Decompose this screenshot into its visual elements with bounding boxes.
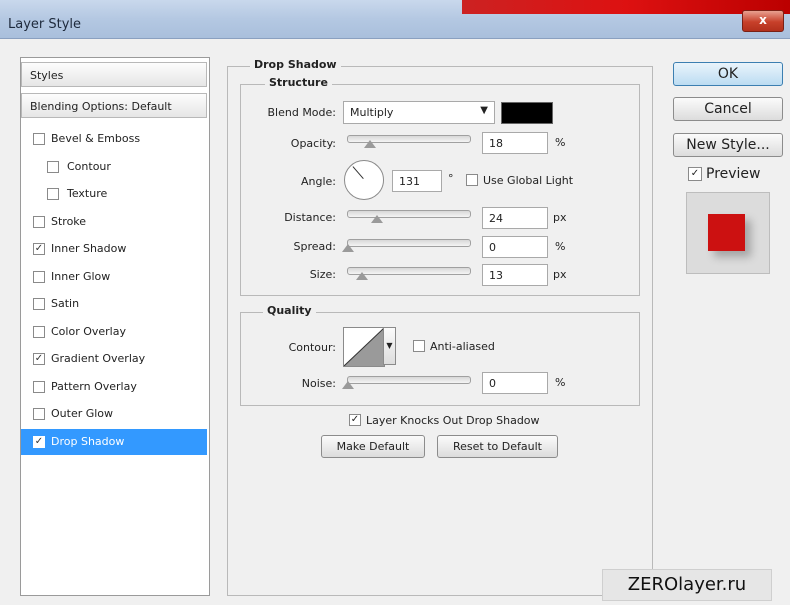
spread-label: Spread: <box>293 240 336 253</box>
distance-slider-thumb[interactable] <box>371 215 383 223</box>
angle-needle <box>352 166 364 179</box>
shadow-color-swatch[interactable] <box>501 102 553 124</box>
style-item-label: Pattern Overlay <box>51 379 137 393</box>
noise-input[interactable]: 0 <box>482 372 548 394</box>
style-item-label: Inner Shadow <box>51 242 127 255</box>
angle-unit: ° <box>448 172 454 185</box>
ok-button[interactable]: OK <box>673 62 783 86</box>
style-item-label: Gradient Overlay <box>51 352 146 365</box>
style-item-checkbox[interactable] <box>33 133 45 145</box>
style-item-stroke[interactable]: Stroke <box>21 209 207 235</box>
opacity-slider-thumb[interactable] <box>364 140 376 148</box>
style-preview-box <box>686 192 770 274</box>
style-item-contour[interactable]: Contour <box>21 154 207 180</box>
quality-title: Quality <box>263 304 316 317</box>
anti-aliased-checkbox[interactable] <box>413 340 425 352</box>
contour-dropdown-chevron-icon[interactable]: ▼ <box>383 327 396 365</box>
noise-slider-track[interactable] <box>347 376 471 384</box>
style-item-pattern-overlay[interactable]: Pattern Overlay <box>21 374 207 400</box>
style-item-label: Color Overlay <box>51 324 126 338</box>
blend-mode-select[interactable]: Multiply ▼ <box>343 101 495 124</box>
style-item-satin[interactable]: Satin <box>21 291 207 317</box>
style-item-inner-shadow[interactable]: ✓ Inner Shadow <box>21 236 207 262</box>
style-item-label: Stroke <box>51 214 87 228</box>
close-button[interactable]: x <box>742 10 784 32</box>
style-item-checkbox[interactable] <box>33 215 45 228</box>
angle-input[interactable]: 131 <box>392 170 442 192</box>
style-item-checkbox[interactable] <box>33 325 45 338</box>
structure-title: Structure <box>265 76 332 89</box>
style-item-checkbox[interactable]: ✓ <box>33 243 45 255</box>
style-item-drop-shadow[interactable]: ✓ Drop Shadow <box>21 428 207 455</box>
style-item-checkbox[interactable] <box>47 188 59 200</box>
watermark-text: ZEROlayer.ru <box>602 569 772 601</box>
style-item-checkbox[interactable]: ✓ <box>33 435 45 448</box>
style-item-bevel-emboss[interactable]: Bevel & Emboss <box>21 126 207 152</box>
noise-unit: % <box>555 376 566 389</box>
preview-swatch <box>708 214 745 251</box>
style-item-outer-glow[interactable]: Outer Glow <box>21 401 207 427</box>
quality-group <box>240 312 640 406</box>
layer-knocks-out-checkbox[interactable]: ✓ <box>349 414 361 426</box>
contour-label: Contour: <box>288 341 336 354</box>
spread-input[interactable]: 0 <box>482 236 548 258</box>
style-item-label: Bevel & Emboss <box>51 132 141 145</box>
cancel-button[interactable]: Cancel <box>673 97 783 121</box>
distance-label: Distance: <box>284 211 336 224</box>
noise-slider-thumb[interactable] <box>342 381 354 389</box>
style-item-checkbox[interactable] <box>33 298 45 310</box>
opacity-unit: % <box>555 136 566 149</box>
blend-mode-value: Multiply <box>350 106 394 119</box>
style-item-label: Contour <box>67 159 111 173</box>
style-item-label: Outer Glow <box>51 407 114 420</box>
distance-unit: px <box>553 211 567 224</box>
use-global-light-label: Use Global Light <box>483 174 574 187</box>
styles-list: Styles Blending Options: Default Bevel &… <box>20 57 210 596</box>
style-item-label: Texture <box>67 187 108 200</box>
spread-unit: % <box>555 240 566 253</box>
contour-curve-icon <box>344 328 384 366</box>
styles-header[interactable]: Styles <box>21 62 207 87</box>
style-item-checkbox[interactable] <box>33 380 45 393</box>
new-style-button[interactable]: New Style... <box>673 133 783 157</box>
drop-shadow-title: Drop Shadow <box>250 58 341 71</box>
angle-label: Angle: <box>300 175 336 188</box>
preview-checkbox[interactable]: ✓ <box>688 167 702 181</box>
style-item-label: Inner Glow <box>51 269 111 283</box>
window-title: Layer Style <box>8 17 82 32</box>
style-item-gradient-overlay[interactable]: ✓ Gradient Overlay <box>21 346 207 372</box>
blend-mode-label: Blend Mode: <box>267 106 337 119</box>
style-item-label: Satin <box>51 297 80 310</box>
chevron-down-icon: ▼ <box>480 105 488 116</box>
opacity-label: Opacity: <box>290 137 336 150</box>
size-unit: px <box>553 268 567 281</box>
make-default-button[interactable]: Make Default <box>321 435 425 458</box>
distance-slider-track[interactable] <box>347 210 471 218</box>
contour-preview[interactable] <box>343 327 385 367</box>
anti-aliased-label: Anti-aliased <box>430 340 495 353</box>
style-item-checkbox[interactable] <box>33 270 45 283</box>
style-item-checkbox[interactable] <box>33 408 45 420</box>
spread-slider-thumb[interactable] <box>342 244 354 252</box>
use-global-light-checkbox[interactable] <box>466 174 478 186</box>
spread-slider-track[interactable] <box>347 239 471 247</box>
style-item-color-overlay[interactable]: Color Overlay <box>21 319 207 345</box>
blending-options-item[interactable]: Blending Options: Default <box>21 93 207 118</box>
layer-knocks-out-label: Layer Knocks Out Drop Shadow <box>366 414 540 427</box>
distance-input[interactable]: 24 <box>482 207 548 229</box>
style-item-label: Drop Shadow <box>51 434 125 448</box>
style-item-inner-glow[interactable]: Inner Glow <box>21 264 207 290</box>
size-slider-thumb[interactable] <box>356 272 368 280</box>
angle-dial[interactable] <box>344 160 384 200</box>
style-item-checkbox[interactable]: ✓ <box>33 353 45 365</box>
background-canvas-strip <box>462 0 790 14</box>
opacity-input[interactable]: 18 <box>482 132 548 154</box>
reset-to-default-button[interactable]: Reset to Default <box>437 435 558 458</box>
style-item-checkbox[interactable] <box>47 160 59 173</box>
size-label: Size: <box>309 268 336 281</box>
preview-label: Preview <box>706 166 761 182</box>
noise-label: Noise: <box>301 377 336 390</box>
style-item-texture[interactable]: Texture <box>21 181 207 207</box>
size-input[interactable]: 13 <box>482 264 548 286</box>
